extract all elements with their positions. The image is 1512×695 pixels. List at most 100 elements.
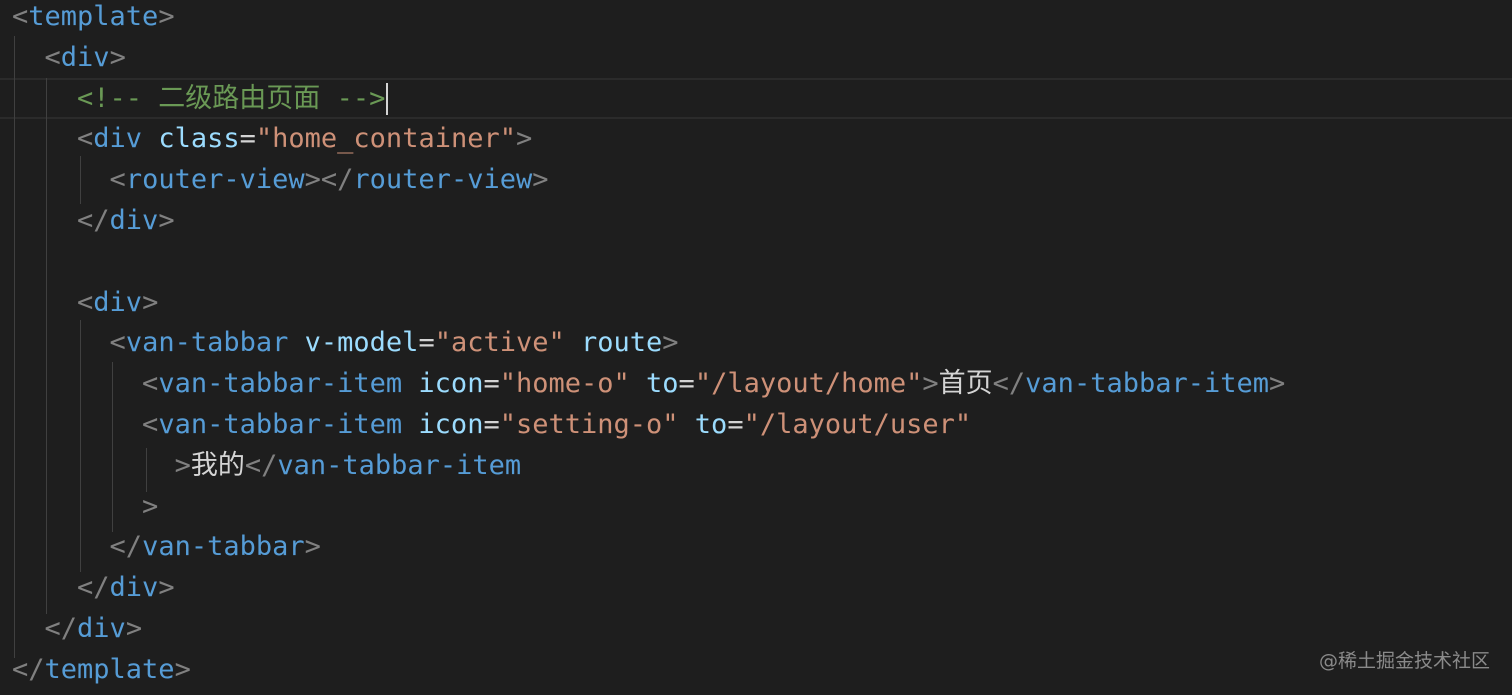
- code-token-punct: </: [109, 531, 143, 563]
- code-token-punct: >: [922, 368, 939, 400]
- indent-guide: [112, 362, 113, 532]
- code-token-tag: template: [44, 653, 175, 685]
- indent-guide: [80, 156, 81, 204]
- code-token-punct: <: [77, 123, 94, 155]
- code-token-punct: >: [662, 327, 679, 359]
- code-token-punct: >: [304, 531, 321, 563]
- code-token-punct: <: [109, 327, 126, 359]
- code-token-tag: van-tabbar: [125, 327, 289, 359]
- code-token-attr: icon: [418, 409, 484, 440]
- indent-guide: [146, 448, 147, 492]
- code-token-str: "home_container": [255, 123, 516, 155]
- code-token-tag: router-view: [353, 164, 533, 196]
- code-token-punct: <: [142, 409, 159, 440]
- code-line[interactable]: <van-tabbar-item icon="home-o" to="/layo…: [0, 363, 1512, 404]
- code-token-punct: >: [142, 490, 159, 522]
- code-token-str: "setting-o": [499, 409, 679, 440]
- code-line[interactable]: </van-tabbar>: [0, 526, 1512, 567]
- code-token-punct: <: [77, 286, 94, 318]
- indent-guide: [14, 36, 15, 658]
- watermark: @稀土掘金技术社区: [1318, 650, 1490, 672]
- text-cursor: [386, 83, 389, 116]
- code-token-tag: div: [60, 41, 110, 73]
- code-token-punct: >: [158, 205, 175, 236]
- code-token-attr: to: [694, 409, 728, 440]
- code-token-tag: div: [77, 613, 126, 644]
- code-token-eq: =: [418, 327, 435, 359]
- code-token-eq: =: [483, 368, 500, 400]
- code-line[interactable]: </div>: [0, 200, 1512, 241]
- code-token-str: "home-o": [499, 368, 630, 400]
- code-token-tag: van-tabbar-item: [158, 368, 403, 400]
- code-token-attr: v-model: [304, 327, 419, 359]
- code-line[interactable]: <div>: [0, 37, 1512, 78]
- code-token-punct: <: [142, 368, 159, 400]
- code-line[interactable]: <van-tabbar v-model="active" route>: [0, 322, 1512, 363]
- code-token-punct: </: [244, 449, 278, 481]
- code-token-punct: </: [77, 205, 110, 236]
- code-token-punct: >: [174, 653, 191, 685]
- code-token-punct: <: [109, 164, 126, 196]
- code-line[interactable]: <template>: [0, 0, 1512, 37]
- code-token-text: 首页: [938, 368, 993, 400]
- code-line[interactable]: <!-- 二级路由页面 -->: [0, 77, 1512, 119]
- code-token-attr: route: [581, 327, 663, 359]
- code-line[interactable]: <div class="home_container">: [0, 118, 1512, 159]
- code-token-eq: =: [678, 368, 695, 400]
- code-token-str: "/layout/home": [694, 368, 923, 400]
- code-token-tag: div: [109, 572, 159, 604]
- code-line[interactable]: >: [0, 486, 1512, 527]
- code-token-punct: >: [109, 41, 126, 73]
- code-token-tag: van-tabbar-item: [1025, 368, 1270, 400]
- indent-guide: [80, 320, 81, 572]
- code-token-punct: >: [158, 1, 175, 32]
- code-editor[interactable]: <template> <div> <!-- 二级路由页面 --> <div cl…: [0, 0, 1512, 695]
- code-token-tag: template: [28, 1, 159, 32]
- code-line[interactable]: <van-tabbar-item icon="setting-o" to="/l…: [0, 404, 1512, 445]
- code-token-eq: =: [483, 409, 500, 440]
- code-line[interactable]: </template>: [0, 649, 1512, 690]
- code-line[interactable]: </div>: [0, 567, 1512, 608]
- code-line[interactable]: [0, 241, 1512, 282]
- code-token-punct: <: [44, 41, 61, 73]
- code-token-tag: van-tabbar-item: [277, 449, 522, 481]
- code-token-attr: icon: [418, 368, 484, 400]
- code-token-comment: <!-- 二级路由页面 -->: [77, 82, 386, 114]
- code-line[interactable]: <router-view></router-view>: [0, 159, 1512, 200]
- code-token-punct: >: [532, 164, 549, 196]
- code-token-str: "/layout/user": [743, 409, 972, 440]
- code-line[interactable]: <div>: [0, 282, 1512, 323]
- code-token-eq: =: [239, 123, 256, 155]
- code-token-tag: van-tabbar: [142, 531, 305, 563]
- code-line[interactable]: >我的</van-tabbar-item: [0, 445, 1512, 486]
- code-token-tag: div: [109, 205, 159, 236]
- code-token-punct: >: [125, 613, 143, 644]
- code-token-punct: </: [77, 572, 110, 604]
- code-line[interactable]: </div>: [0, 608, 1512, 649]
- code-token-punct: ></: [304, 164, 354, 196]
- code-token-str: "active": [434, 327, 565, 359]
- code-token-punct: </: [992, 368, 1026, 400]
- code-token-punct: >: [1269, 368, 1286, 400]
- indent-guide: [46, 78, 47, 614]
- code-token-text: 我的: [190, 449, 245, 481]
- code-token-punct: >: [142, 286, 159, 318]
